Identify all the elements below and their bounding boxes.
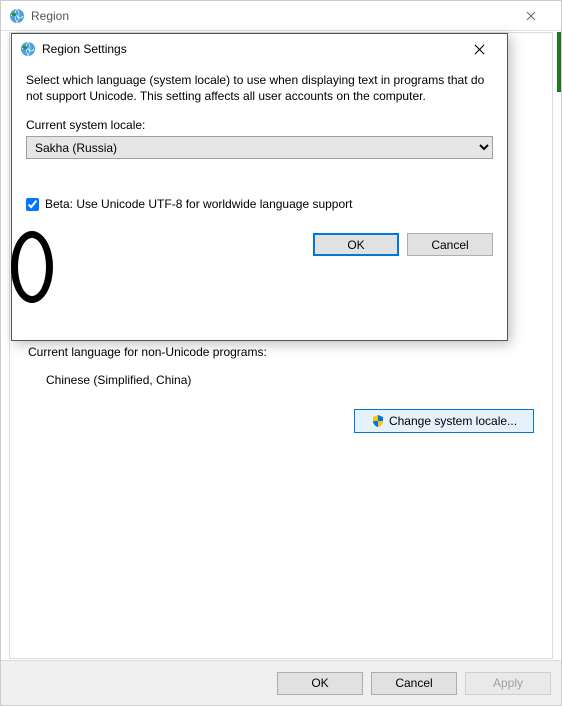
current-language-value: Chinese (Simplified, China) <box>46 373 534 387</box>
region-settings-dialog: Region Settings Select which language (s… <box>11 33 508 341</box>
modal-titlebar: Region Settings <box>12 34 507 64</box>
modal-close-button[interactable] <box>459 35 499 63</box>
background-sliver <box>557 32 561 92</box>
modal-ok-button[interactable]: OK <box>313 233 399 256</box>
parent-apply-button[interactable]: Apply <box>465 672 551 695</box>
modal-cancel-button[interactable]: Cancel <box>407 233 493 256</box>
close-icon <box>474 44 485 55</box>
change-locale-label: Change system locale... <box>389 414 517 428</box>
parent-ok-button[interactable]: OK <box>277 672 363 695</box>
utf8-checkbox[interactable] <box>26 198 39 211</box>
parent-titlebar: Region <box>1 1 561 31</box>
modal-body: Select which language (system locale) to… <box>12 64 507 223</box>
parent-title: Region <box>31 9 508 23</box>
locale-label: Current system locale: <box>26 118 493 132</box>
utf8-checkbox-row: Beta: Use Unicode UTF-8 for worldwide la… <box>26 197 493 211</box>
globe-icon <box>20 41 36 57</box>
modal-description: Select which language (system locale) to… <box>26 72 493 104</box>
shield-icon <box>371 414 385 428</box>
close-icon <box>526 11 536 21</box>
globe-icon <box>9 8 25 24</box>
parent-close-button[interactable] <box>508 1 553 31</box>
parent-footer: OK Cancel Apply <box>1 660 561 705</box>
utf8-checkbox-label[interactable]: Beta: Use Unicode UTF-8 for worldwide la… <box>45 197 353 211</box>
modal-title: Region Settings <box>42 42 459 56</box>
modal-footer: OK Cancel <box>12 223 507 256</box>
non-unicode-label: Current language for non-Unicode program… <box>28 345 534 359</box>
change-system-locale-button[interactable]: Change system locale... <box>354 409 534 433</box>
system-locale-select[interactable]: Sakha (Russia) <box>26 136 493 159</box>
parent-cancel-button[interactable]: Cancel <box>371 672 457 695</box>
